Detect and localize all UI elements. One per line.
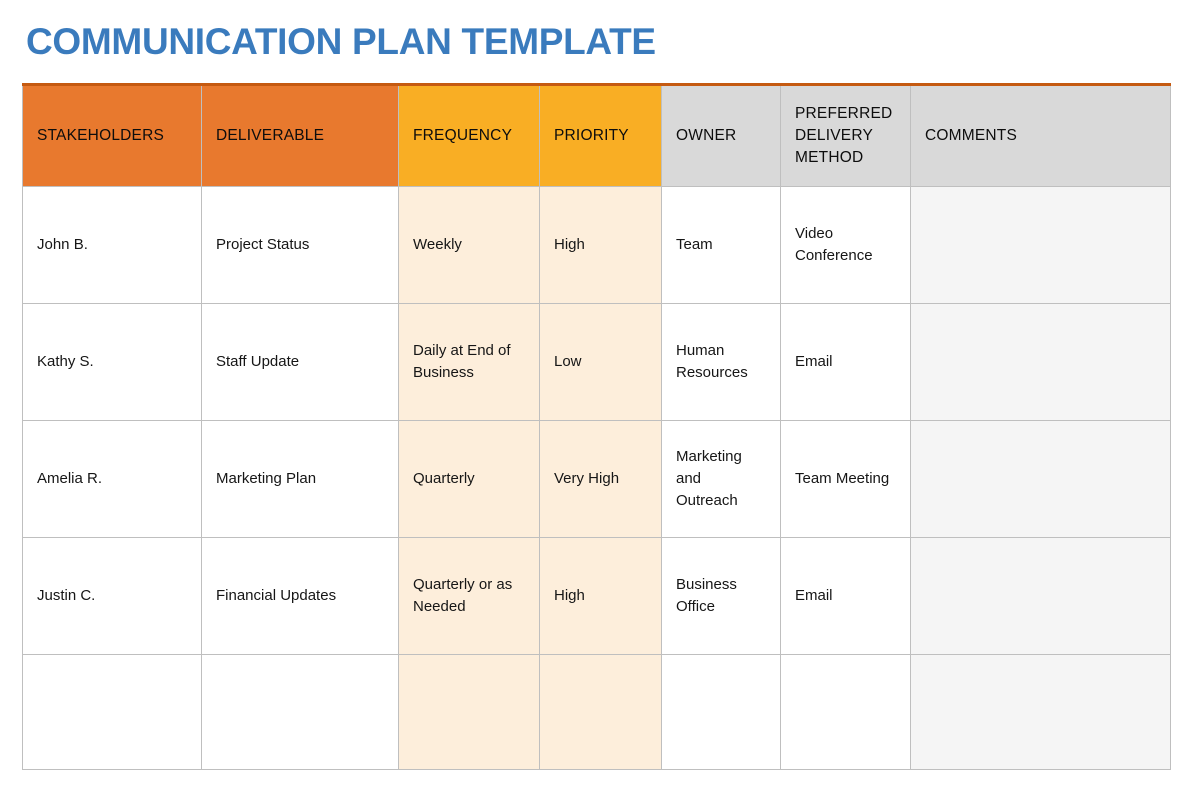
cell-comments[interactable] [910,186,1171,304]
cell-stakeholders[interactable]: Justin C. [22,537,202,655]
column-header-frequency[interactable]: FREQUENCY [398,84,540,187]
cell-value: Marketing Plan [216,470,317,487]
cell-frequency[interactable]: Daily at End of Business [398,303,540,421]
cell-stakeholders[interactable] [22,654,202,770]
table-header: STAKEHOLDERS DELIVERABLE FREQUENCY PRIORITY… [22,84,1171,187]
cell-deliverable[interactable]: Staff Update [201,303,399,421]
cell-method[interactable]: Video Conference [780,186,911,304]
column-header-label: DELIVERABLE [216,127,325,144]
cell-value: Kathy S. [37,353,94,370]
column-header-method[interactable]: PREFERRED DELIVERY METHOD [780,84,911,187]
cell-value: Low [554,353,582,370]
cell-value: High [554,587,585,604]
column-header-owner[interactable]: OWNER [661,84,781,187]
cell-stakeholders[interactable]: Kathy S. [22,303,202,421]
cell-value: Video Conference [795,225,873,264]
cell-method[interactable]: Email [780,303,911,421]
cell-frequency[interactable] [398,654,540,770]
cell-comments[interactable] [910,654,1171,770]
cell-value: Weekly [413,236,462,253]
communication-plan-table-wrapper: STAKEHOLDERS DELIVERABLE FREQUENCY PRIORITY… [22,83,1171,770]
cell-value: Quarterly [413,470,475,487]
cell-frequency[interactable]: Quarterly [398,420,540,538]
column-header-label: PRIORITY [554,127,629,144]
cell-value: John B. [37,236,88,253]
page-title: COMMUNICATION PLAN TEMPLATE [26,21,656,62]
cell-priority[interactable]: Low [539,303,662,421]
table-row [22,654,1171,770]
cell-priority[interactable]: High [539,186,662,304]
cell-deliverable[interactable] [201,654,399,770]
column-header-label: COMMENTS [925,127,1018,144]
cell-owner[interactable]: Team [661,186,781,304]
cell-comments[interactable] [910,303,1171,421]
cell-value: Team Meeting [795,470,890,487]
cell-value: Business Office [676,576,737,615]
cell-priority[interactable] [539,654,662,770]
column-header-stakeholders[interactable]: STAKEHOLDERS [22,84,202,187]
cell-owner[interactable] [661,654,781,770]
cell-frequency[interactable]: Quarterly or as Needed [398,537,540,655]
table-body: John B. Project Status Weekly High Team Video… [22,186,1171,770]
column-header-comments[interactable]: COMMENTS [910,84,1171,187]
cell-priority[interactable]: Very High [539,420,662,538]
cell-value: Quarterly or as Needed [413,576,513,615]
cell-owner[interactable]: Business Office [661,537,781,655]
column-header-label: STAKEHOLDERS [37,127,165,144]
cell-value: Justin C. [37,587,96,604]
cell-comments[interactable] [910,537,1171,655]
cell-stakeholders[interactable]: Amelia R. [22,420,202,538]
table-row: John B. Project Status Weekly High Team Video… [22,186,1171,304]
cell-deliverable[interactable]: Financial Updates [201,537,399,655]
cell-value: Email [795,587,833,604]
cell-owner[interactable]: Marketing and Outreach [661,420,781,538]
cell-method[interactable] [780,654,911,770]
cell-method[interactable]: Team Meeting [780,420,911,538]
cell-owner[interactable]: Human Resources [661,303,781,421]
table-row: Justin C. Financial Updates Quarterly or a… [22,537,1171,655]
column-header-label: OWNER [676,127,737,144]
communication-plan-page: COMMUNICATION PLAN TEMPLATE STAKEHOLDERS… [0,0,1203,800]
cell-value: High [554,236,585,253]
communication-plan-table: STAKEHOLDERS DELIVERABLE FREQUENCY PRIORITY… [22,83,1171,770]
cell-value: Human Resources [676,342,748,381]
cell-method[interactable]: Email [780,537,911,655]
table-row: Kathy S. Staff Update Daily at End of Busi… [22,303,1171,421]
cell-value: Daily at End of Business [413,342,511,381]
cell-value: Very High [554,470,620,487]
cell-value: Team [676,236,713,253]
column-header-label: PREFERRED DELIVERY METHOD [795,105,893,166]
cell-priority[interactable]: High [539,537,662,655]
cell-value: Amelia R. [37,470,103,487]
column-header-label: FREQUENCY [413,127,513,144]
table-header-row: STAKEHOLDERS DELIVERABLE FREQUENCY PRIORITY… [22,84,1171,187]
cell-stakeholders[interactable]: John B. [22,186,202,304]
cell-value: Staff Update [216,353,300,370]
cell-value: Marketing and Outreach [676,448,742,509]
cell-value: Email [795,353,833,370]
cell-deliverable[interactable]: Project Status [201,186,399,304]
cell-value: Project Status [216,236,310,253]
cell-value: Financial Updates [216,587,337,604]
column-header-priority[interactable]: PRIORITY [539,84,662,187]
cell-deliverable[interactable]: Marketing Plan [201,420,399,538]
column-header-deliverable[interactable]: DELIVERABLE [201,84,399,187]
cell-frequency[interactable]: Weekly [398,186,540,304]
table-row: Amelia R. Marketing Plan Quarterly Very Hig… [22,420,1171,538]
cell-comments[interactable] [910,420,1171,538]
